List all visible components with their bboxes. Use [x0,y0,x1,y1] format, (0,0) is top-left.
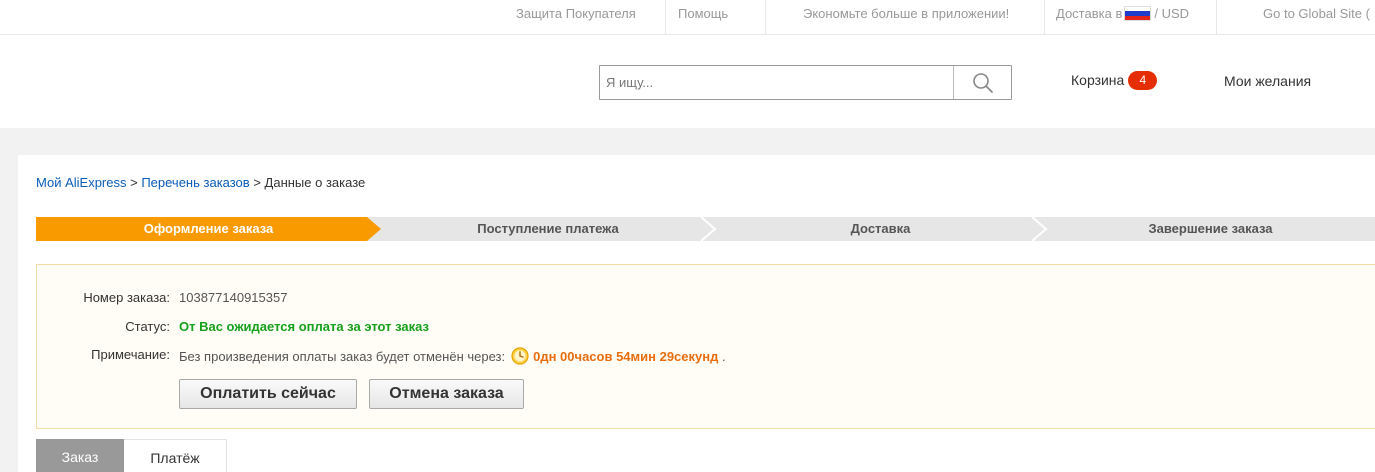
status-label: Статус: [125,319,170,334]
site-header: Корзина4 Мои желания [0,35,1375,128]
note-row: Примечание: [37,347,170,363]
help-link[interactable]: Помощь [678,0,728,35]
note-label: Примечание: [91,347,170,362]
breadcrumb-current: Данные о заказе [264,175,366,190]
order-progress-steps: Оформление заказа Поступление платежа До… [36,217,1375,241]
search-box [599,65,1012,100]
currency-label: / USD [1154,6,1190,21]
note-value-group: Без произведения оплаты заказ будет отме… [179,347,726,368]
breadcrumb-my-aliexpress[interactable]: Мой AliExpress [36,175,127,190]
order-number-label: Номер заказа: [83,290,170,305]
step-order-placement: Оформление заказа [143,221,274,236]
search-button[interactable] [953,66,1011,99]
order-details-panel: Мой AliExpress > Перечень заказов > Данн… [18,155,1375,472]
status-row: Статус: [37,319,170,335]
ship-to-selector[interactable]: Доставка в / USD [1056,0,1189,35]
order-number-value: 103877140915357 [179,290,288,305]
russia-flag-icon [1124,6,1152,21]
cancel-order-button[interactable]: Отмена заказа [369,379,524,409]
search-input[interactable] [600,66,953,99]
breadcrumb-separator: > [249,175,265,190]
breadcrumb: Мой AliExpress > Перечень заказов > Данн… [36,175,365,190]
tab-order[interactable]: Заказ [36,439,124,472]
step-shipping: Доставка [850,221,911,236]
divider [1044,0,1045,35]
timer-suffix: . [721,349,726,364]
clock-icon [511,347,529,368]
breadcrumb-separator: > [126,175,142,190]
breadcrumb-order-list[interactable]: Перечень заказов [141,175,249,190]
app-promo-link[interactable]: Экономьте больше в приложении! [803,0,1009,35]
cart-count-badge: 4 [1128,71,1158,90]
ship-to-label: Доставка в [1056,6,1123,21]
global-site-link[interactable]: Go to Global Site ( [1263,0,1370,35]
divider [1216,0,1217,35]
note-value: Без произведения оплаты заказ будет отме… [179,349,506,364]
divider [765,0,766,35]
countdown-timer: 0дн 00часов 54мин 29секунд [533,349,719,364]
top-utility-bar: Защита Покупателя Помощь Экономьте больш… [0,0,1375,35]
tab-payment[interactable]: Платёж [124,439,227,472]
step-payment-received: Поступление платежа [477,221,619,236]
divider [665,0,666,35]
order-info-box: Номер заказа: 103877140915357 Статус: От… [36,264,1375,429]
buyer-protection-link[interactable]: Защита Покупателя [516,0,636,35]
wishlist-link[interactable]: Мои желания [1224,73,1311,89]
step-order-complete: Завершение заказа [1148,221,1273,236]
cart-label: Корзина [1071,72,1125,88]
cart-link[interactable]: Корзина 4 [1071,71,1158,90]
search-icon [972,72,993,93]
status-value: От Вас ожидается оплата за этот заказ [179,319,429,334]
pay-now-button[interactable]: Оплатить сейчас [179,379,357,409]
order-number-row: Номер заказа: [37,290,170,306]
